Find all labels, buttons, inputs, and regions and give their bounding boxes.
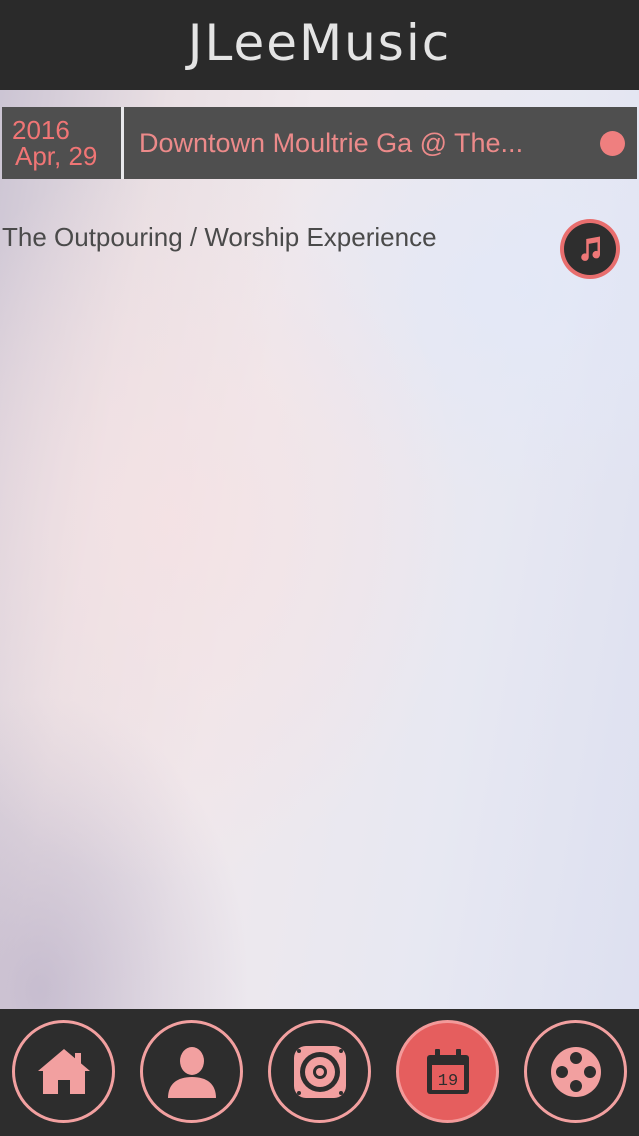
event-year: 2016 bbox=[12, 115, 70, 145]
calendar-icon: 19 bbox=[426, 1048, 469, 1094]
app-header: JLeeMusic bbox=[0, 0, 639, 90]
tab-profile[interactable] bbox=[140, 1020, 243, 1123]
event-title-box[interactable]: Downtown Moultrie Ga @ The... bbox=[124, 107, 637, 179]
tab-audio[interactable] bbox=[268, 1020, 371, 1123]
event-row[interactable]: 2016 Apr, 29 Downtown Moultrie Ga @ The.… bbox=[2, 107, 637, 179]
tab-events[interactable]: 19 bbox=[396, 1020, 499, 1123]
calendar-day-label: 19 bbox=[437, 1072, 457, 1091]
home-icon bbox=[37, 1048, 90, 1094]
event-date: 2016 Apr, 29 bbox=[2, 107, 121, 179]
bottom-tab-bar: 19 bbox=[0, 1009, 639, 1136]
person-icon bbox=[167, 1046, 216, 1098]
speaker-icon bbox=[293, 1045, 346, 1098]
music-note-icon bbox=[581, 236, 601, 261]
status-dot-icon bbox=[600, 130, 625, 156]
event-title: Downtown Moultrie Ga @ The... bbox=[139, 127, 524, 158]
tab-video[interactable] bbox=[524, 1020, 627, 1123]
event-day: Apr, 29 bbox=[15, 141, 98, 171]
app-title: JLeeMusic bbox=[187, 14, 452, 72]
event-description: The Outpouring / Worship Experience bbox=[2, 222, 437, 252]
film-reel-icon bbox=[550, 1046, 601, 1097]
music-button[interactable] bbox=[560, 219, 620, 279]
tab-home[interactable] bbox=[12, 1020, 115, 1123]
